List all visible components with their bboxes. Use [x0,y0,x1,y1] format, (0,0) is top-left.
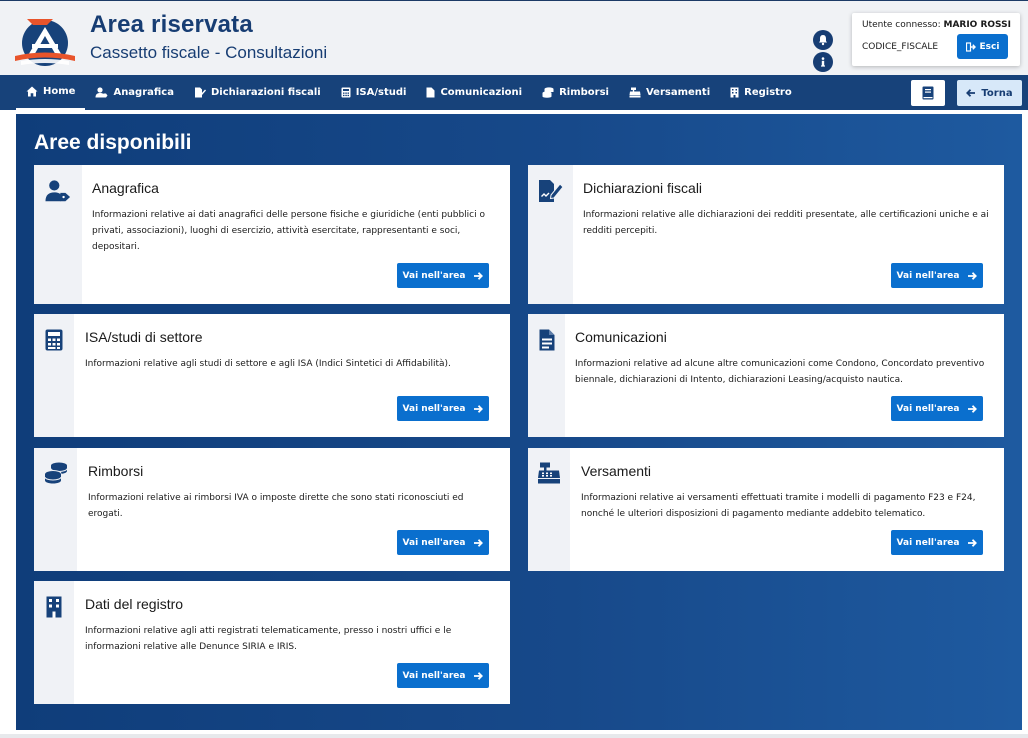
nav-home-label: Home [43,86,76,97]
card-registro: Dati del registro Informazioni relative … [34,581,510,704]
user-connected: Utente connesso: MARIO ROSSI [862,20,1011,30]
home-icon [26,86,38,97]
sign-out-icon [965,41,976,52]
card-anagrafica-button[interactable]: Vai nell'area [397,263,489,288]
card-description: Informazioni relative ai rimborsi IVA o … [88,493,464,519]
codice-fiscale: CODICE_FISCALE [862,42,939,52]
arrow-right-icon [474,271,484,280]
card-dichiarazioni: Dichiarazioni fiscali Informazioni relat… [528,165,1004,304]
manual-button[interactable] [911,80,945,106]
nav-isa[interactable]: ISA/studi [331,75,417,110]
nav-anagrafica[interactable]: Anagrafica [85,75,184,110]
user-label: Utente connesso: [862,20,941,30]
card-dichiarazioni-button[interactable]: Vai nell'area [891,263,983,288]
card-description: Informazioni relative ai dati anagrafici… [92,210,485,252]
vai-label: Vai nell'area [402,537,466,548]
arrow-right-icon [968,271,978,280]
file-alt-icon [534,329,560,355]
title-block: Area riservata Cassetto fiscale - Consul… [90,11,327,63]
user-name: MARIO ROSSI [943,20,1011,30]
main-content: Aree disponibili Anagrafica Informazioni… [16,114,1022,730]
calculator-icon [41,329,67,355]
logout-label: Esci [979,41,1000,52]
card-title: Dichiarazioni fiscali [583,180,703,196]
coins-icon [43,462,69,488]
nav-isa-label: ISA/studi [355,87,407,98]
card-description: Informazioni relative alle dichiarazioni… [583,210,989,236]
vai-label: Vai nell'area [896,537,960,548]
arrow-right-icon [968,538,978,547]
card-title: Dati del registro [85,596,184,612]
file-signature-icon [538,179,564,205]
card-description: Informazioni relative ai versamenti effe… [581,493,976,519]
vai-label: Vai nell'area [402,270,466,281]
card-title: Anagrafica [92,180,159,196]
card-comunicazioni: Comunicazioni Informazioni relative ad a… [528,314,1004,437]
vai-label: Vai nell'area [402,403,466,414]
user-box: Utente connesso: MARIO ROSSI CODICE_FISC… [852,13,1020,66]
page-title: Aree disponibili [34,131,192,154]
agenzia-entrate-logo[interactable] [13,11,77,67]
vai-label: Vai nell'area [896,403,960,414]
card-title: Versamenti [581,463,652,479]
book-icon [922,86,934,100]
logout-button[interactable]: Esci [957,34,1008,59]
vai-label: Vai nell'area [402,670,466,681]
card-registro-button[interactable]: Vai nell'area [397,663,489,688]
nav-anagrafica-label: Anagrafica [113,87,174,98]
building-icon [41,596,67,622]
main-nav: Home Anagrafica Dichiarazioni fiscali IS… [0,75,1028,110]
arrow-right-icon [474,404,484,413]
coins-icon [542,87,554,98]
cash-register-icon [536,462,562,488]
card-versamenti-button[interactable]: Vai nell'area [891,530,983,555]
card-rimborsi: Rimborsi Informazioni relative ai rimbor… [34,448,510,571]
nav-comunicazioni-label: Comunicazioni [440,87,523,98]
nav-dichiarazioni[interactable]: Dichiarazioni fiscali [184,75,331,110]
card-rimborsi-button[interactable]: Vai nell'area [397,530,489,555]
card-description: Informazioni relative agli studi di sett… [85,359,451,369]
arrow-right-icon [474,538,484,547]
card-isa-button[interactable]: Vai nell'area [397,396,489,421]
file-icon [426,87,435,98]
nav-rimborsi[interactable]: Rimborsi [532,75,619,110]
card-title: ISA/studi di settore [85,329,203,345]
user-tag-icon [45,179,71,205]
vai-label: Vai nell'area [896,270,960,281]
nav-registro-label: Registro [744,87,792,98]
header: Area riservata Cassetto fiscale - Consul… [0,0,1028,75]
nav-rimborsi-label: Rimborsi [559,87,609,98]
nav-versamenti-label: Versamenti [645,87,711,98]
nav-comunicazioni[interactable]: Comunicazioni [416,75,532,110]
nav-home[interactable]: Home [16,75,86,110]
nav-versamenti[interactable]: Versamenti [619,75,720,110]
bell-icon[interactable] [813,30,833,50]
app-title: Area riservata [90,11,253,38]
user-tag-icon [95,87,108,98]
card-description: Informazioni relative ad alcune altre co… [575,359,985,385]
nav-dichiarazioni-label: Dichiarazioni fiscali [211,87,321,98]
back-label: Torna [981,87,1013,99]
arrow-left-icon [966,89,976,97]
cash-register-icon [629,87,641,98]
file-signature-icon [195,87,206,98]
card-description: Informazioni relative agli atti registra… [85,626,452,652]
arrow-right-icon [474,671,484,680]
card-title: Comunicazioni [575,329,667,345]
bottom-bar [0,734,1028,738]
card-anagrafica: Anagrafica Informazioni relative ai dati… [34,165,510,304]
app-subtitle: Cassetto fiscale - Consultazioni [90,43,328,62]
card-versamenti: Versamenti Informazioni relative ai vers… [528,448,1004,571]
info-icon[interactable] [813,52,833,72]
building-icon [730,87,739,98]
card-title: Rimborsi [88,463,144,479]
card-isa: ISA/studi di settore Informazioni relati… [34,314,510,437]
arrow-right-icon [968,404,978,413]
calculator-icon [341,87,351,98]
card-comunicazioni-button[interactable]: Vai nell'area [891,396,983,421]
nav-registro[interactable]: Registro [720,75,802,110]
back-button[interactable]: Torna [957,80,1022,106]
